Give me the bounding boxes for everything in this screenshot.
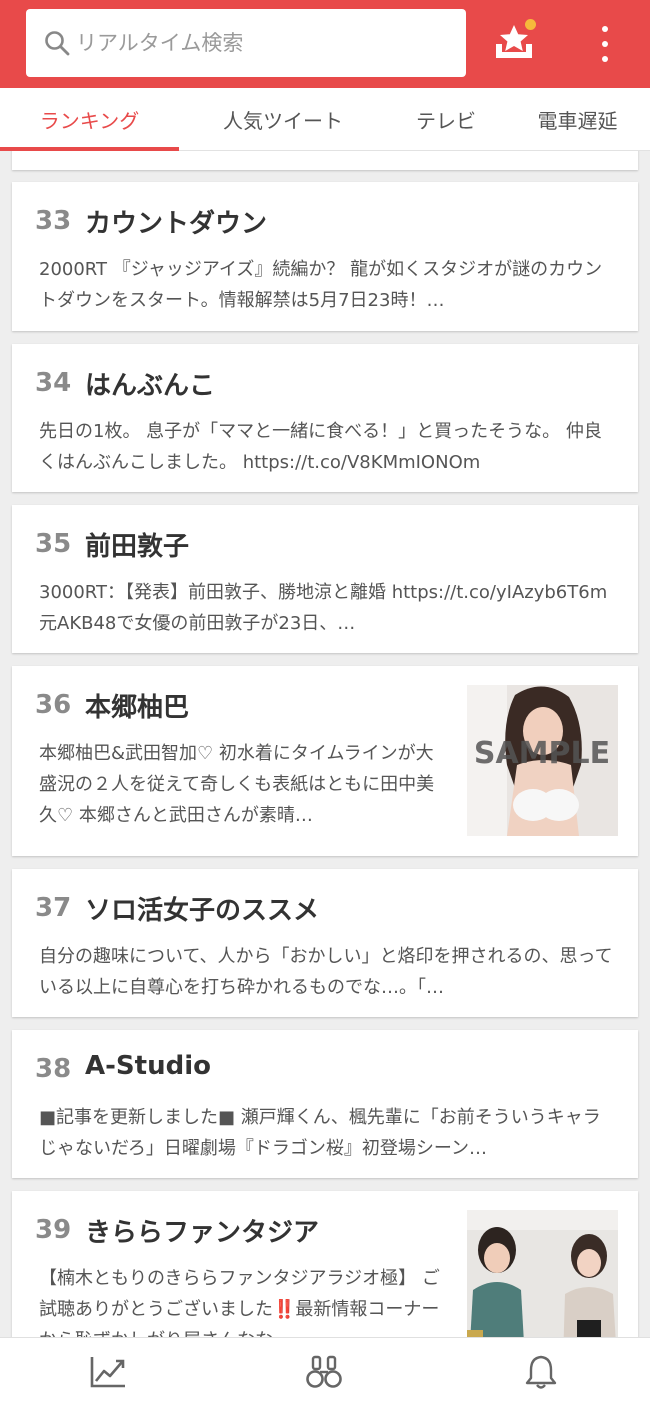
nav-explore[interactable] bbox=[300, 1350, 348, 1394]
list-item[interactable]: 33 カウントダウン 2000RT 『ジャッジアイズ』続編か？ 龍が如くスタジオ… bbox=[12, 182, 638, 331]
list-item[interactable]: 35 前田敦子 3000RT：【発表】前田敦子、勝地涼と離婚 https://t… bbox=[12, 505, 638, 653]
more-menu-button[interactable] bbox=[590, 24, 620, 64]
thumbnail-image bbox=[467, 1210, 618, 1337]
tab-tv[interactable]: テレビ bbox=[387, 88, 505, 151]
trend-chart-icon bbox=[90, 1357, 125, 1388]
sample-watermark: SAMPLE bbox=[474, 736, 610, 771]
search-icon bbox=[45, 31, 70, 56]
list-item[interactable]: 38 A-Studio ■記事を更新しました■ 瀬戸輝くん、楓先輩に「お前そうい… bbox=[12, 1030, 638, 1178]
rank-number: 36 bbox=[35, 690, 72, 720]
item-summary: 自分の趣味について、人から「おかしい」と烙印を押されるの、思っている以上に自尊心… bbox=[39, 946, 613, 998]
item-title: きららファンタジア bbox=[85, 1218, 320, 1248]
item-summary: ■記事を更新しました■ 瀬戸輝くん、楓先輩に「お前そういうキャラじゃないだろ」日… bbox=[39, 1107, 601, 1159]
item-title: 前田敦子 bbox=[85, 532, 190, 562]
item-title: はんぶんこ bbox=[85, 371, 216, 401]
rank-number: 35 bbox=[35, 529, 72, 559]
tab-ranking[interactable]: ランキング bbox=[0, 88, 179, 151]
rank-number: 33 bbox=[35, 206, 72, 236]
tab-popular-tweets[interactable]: 人気ツイート bbox=[179, 88, 387, 151]
more-vert-icon bbox=[602, 41, 608, 47]
item-title: ソロ活女子のススメ bbox=[85, 896, 320, 926]
bell-icon bbox=[525, 1355, 557, 1389]
search-input[interactable] bbox=[76, 31, 436, 55]
rank-number: 38 bbox=[35, 1054, 72, 1084]
rank-number: 37 bbox=[35, 893, 72, 923]
notification-dot bbox=[525, 19, 536, 30]
rank-number: 39 bbox=[35, 1215, 72, 1245]
item-thumbnail[interactable] bbox=[467, 1210, 618, 1337]
item-title: 本郷柚巴 bbox=[85, 693, 190, 723]
list-item[interactable] bbox=[12, 151, 638, 170]
ranking-list[interactable]: 33 カウントダウン 2000RT 『ジャッジアイズ』続編か？ 龍が如くスタジオ… bbox=[0, 151, 650, 1337]
category-tabs: ランキング 人気ツイート テレビ 電車遅延 bbox=[0, 88, 650, 151]
list-item[interactable]: 36 本郷柚巴 本郷柚巴&武田智加♡ 初水着にタイムラインが大盛況の２人を従えて… bbox=[12, 666, 638, 856]
more-vert-icon bbox=[602, 56, 608, 62]
item-summary: 3000RT：【発表】前田敦子、勝地涼と離婚 https://t.co/yIAz… bbox=[39, 582, 608, 634]
list-item[interactable]: 34 はんぶんこ 先日の1枚。 息子が「ママと一緒に食べる！」と買ったそうな。 … bbox=[12, 344, 638, 492]
bottom-navigation bbox=[0, 1337, 650, 1407]
search-box[interactable] bbox=[26, 9, 466, 77]
tab-train-delay[interactable]: 電車遅延 bbox=[505, 88, 650, 151]
favorite-button[interactable] bbox=[488, 18, 540, 66]
list-item[interactable]: 37 ソロ活女子のススメ 自分の趣味について、人から「おかしい」と烙印を押される… bbox=[12, 869, 638, 1017]
item-summary: 本郷柚巴&武田智加♡ 初水着にタイムラインが大盛況の２人を従えて奇しくも表紙はと… bbox=[39, 743, 435, 826]
rank-number: 34 bbox=[35, 368, 72, 398]
item-summary: 先日の1枚。 息子が「ママと一緒に食べる！」と買ったそうな。 仲良くはんぶんこし… bbox=[39, 421, 602, 473]
nav-notifications[interactable] bbox=[517, 1350, 565, 1394]
list-item[interactable]: 39 きららファンタジア 【楠木ともりのきららファンタジアラジオ極】 ご試聴あり… bbox=[12, 1191, 638, 1337]
item-title: A-Studio bbox=[85, 1051, 211, 1081]
item-summary: 【楠木ともりのきららファンタジアラジオ極】 ご試聴ありがとうございました‼️最新… bbox=[39, 1268, 440, 1337]
nav-trends[interactable] bbox=[84, 1350, 132, 1394]
item-title: カウントダウン bbox=[85, 209, 268, 239]
item-summary: 2000RT 『ジャッジアイズ』続編か？ 龍が如くスタジオが謎のカウントダウンを… bbox=[39, 259, 603, 311]
item-thumbnail[interactable]: SAMPLE bbox=[467, 685, 618, 836]
binoculars-icon bbox=[306, 1355, 342, 1388]
more-vert-icon bbox=[602, 26, 608, 32]
app-header bbox=[0, 0, 650, 88]
thumbnail-image: SAMPLE bbox=[467, 685, 618, 836]
